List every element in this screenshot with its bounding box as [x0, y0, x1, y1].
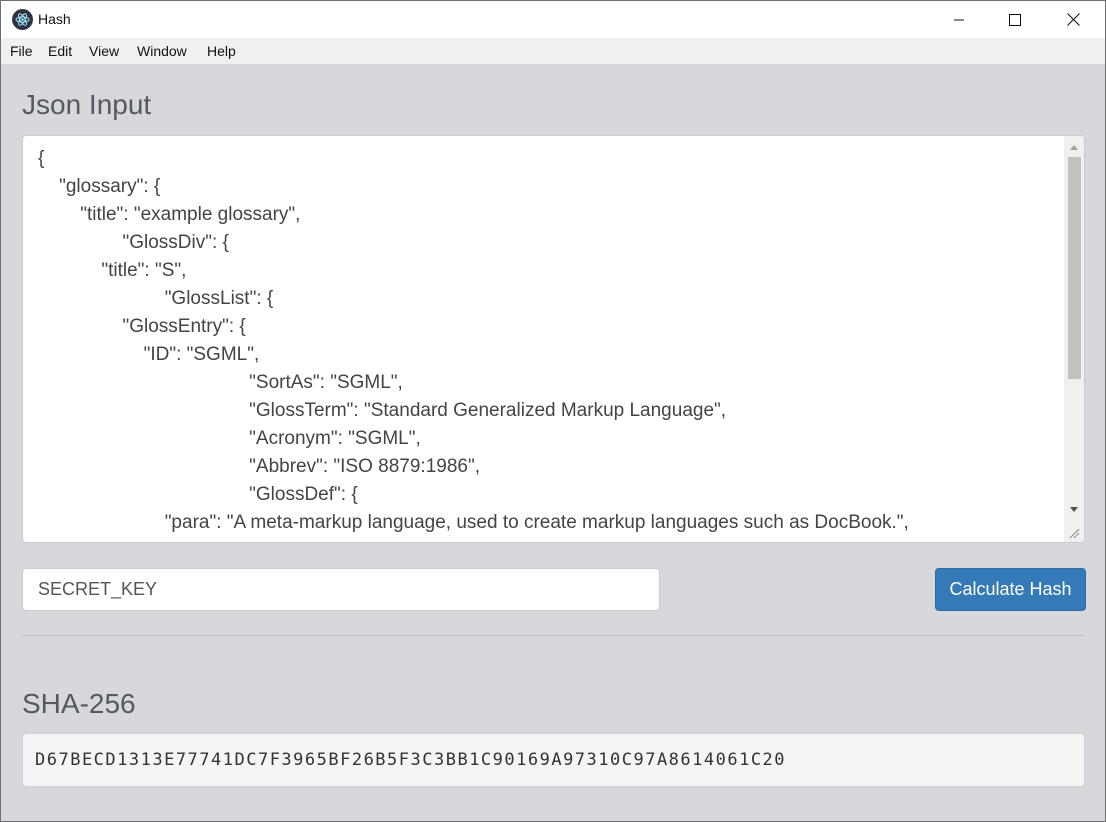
scroll-thumb[interactable]	[1068, 157, 1081, 379]
json-input-content[interactable]: { "glossary": { "title": "example glossa…	[38, 145, 1060, 542]
app-window: Hash File Edit View Window Help Json Inp…	[0, 0, 1106, 822]
maximize-icon	[1009, 13, 1021, 26]
scroll-up-arrow-icon[interactable]	[1064, 138, 1084, 156]
close-button[interactable]	[1050, 1, 1096, 38]
title-bar[interactable]: Hash	[1, 1, 1105, 38]
sha256-heading: SHA-256	[22, 688, 136, 719]
minimize-button[interactable]	[936, 1, 982, 38]
app-icon	[12, 9, 33, 30]
divider	[22, 635, 1085, 636]
secret-key-input[interactable]	[22, 568, 660, 611]
menu-help[interactable]: Help	[207, 43, 236, 59]
json-input-heading: Json Input	[22, 89, 152, 120]
json-scrollbar[interactable]	[1064, 136, 1084, 542]
menu-file[interactable]: File	[10, 43, 33, 59]
close-icon	[1066, 13, 1080, 26]
menu-view[interactable]: View	[89, 43, 119, 59]
maximize-button[interactable]	[992, 1, 1038, 38]
menu-bar: File Edit View Window Help	[1, 38, 1105, 64]
minimize-icon	[954, 19, 964, 20]
scroll-down-arrow-icon[interactable]	[1064, 500, 1084, 518]
menu-window[interactable]: Window	[137, 43, 187, 59]
window-title: Hash	[38, 11, 71, 27]
calculate-hash-button[interactable]: Calculate Hash	[935, 568, 1086, 611]
menu-edit[interactable]: Edit	[48, 43, 72, 59]
json-input-textarea[interactable]: { "glossary": { "title": "example glossa…	[22, 135, 1085, 543]
resize-grip-icon[interactable]	[1065, 521, 1083, 541]
hash-output: D67BECD1313E77741DC7F3965BF26B5F3C3BB1C9…	[22, 733, 1085, 787]
